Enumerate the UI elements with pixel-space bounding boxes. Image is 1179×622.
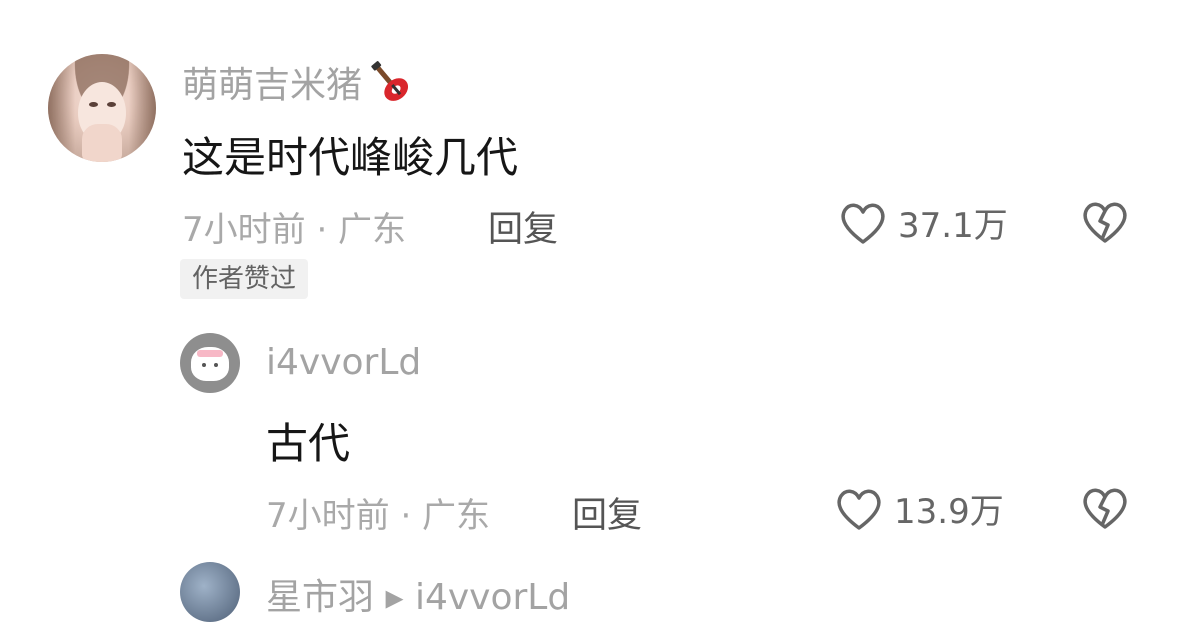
heart-outline-icon	[838, 200, 888, 246]
avatar-headband	[197, 350, 223, 357]
avatar[interactable]	[180, 562, 240, 622]
avatar-eye	[202, 363, 206, 367]
username[interactable]: i4vvorLd	[266, 342, 421, 383]
broken-heart-icon	[1080, 202, 1130, 249]
like-count: 13.9万	[894, 492, 1004, 532]
avatar[interactable]	[48, 54, 156, 162]
dislike-button[interactable]	[1080, 485, 1130, 535]
broken-heart-icon	[1080, 488, 1130, 535]
reply-button[interactable]: 回复	[488, 201, 558, 252]
comment-text: 这是时代峰峻几代	[182, 133, 519, 182]
like-count: 37.1万	[898, 206, 1008, 246]
heart-outline-icon	[834, 486, 884, 532]
comment-meta: 7小时前 · 广东	[182, 210, 407, 250]
dislike-button[interactable]	[1080, 199, 1130, 249]
guitar-icon	[364, 58, 416, 117]
like-button[interactable]: 13.9万	[834, 484, 1004, 533]
avatar-eye	[214, 363, 218, 367]
username-text: 萌萌吉米猪	[182, 65, 363, 106]
comment-text: 古代	[266, 419, 351, 468]
reply-button[interactable]: 回复	[572, 487, 642, 538]
next-reply-header: 星市羽 ▸ i4vvorLd	[266, 577, 571, 618]
like-button[interactable]: 37.1万	[838, 198, 1008, 247]
avatar-eye	[107, 102, 116, 107]
author-liked-badge: 作者赞过	[180, 259, 309, 299]
avatar-eye	[89, 102, 98, 107]
avatar[interactable]	[180, 333, 240, 393]
avatar-hands	[82, 124, 122, 162]
username[interactable]: 萌萌吉米猪	[182, 56, 416, 117]
comment-meta: 7小时前 · 广东	[266, 496, 491, 536]
